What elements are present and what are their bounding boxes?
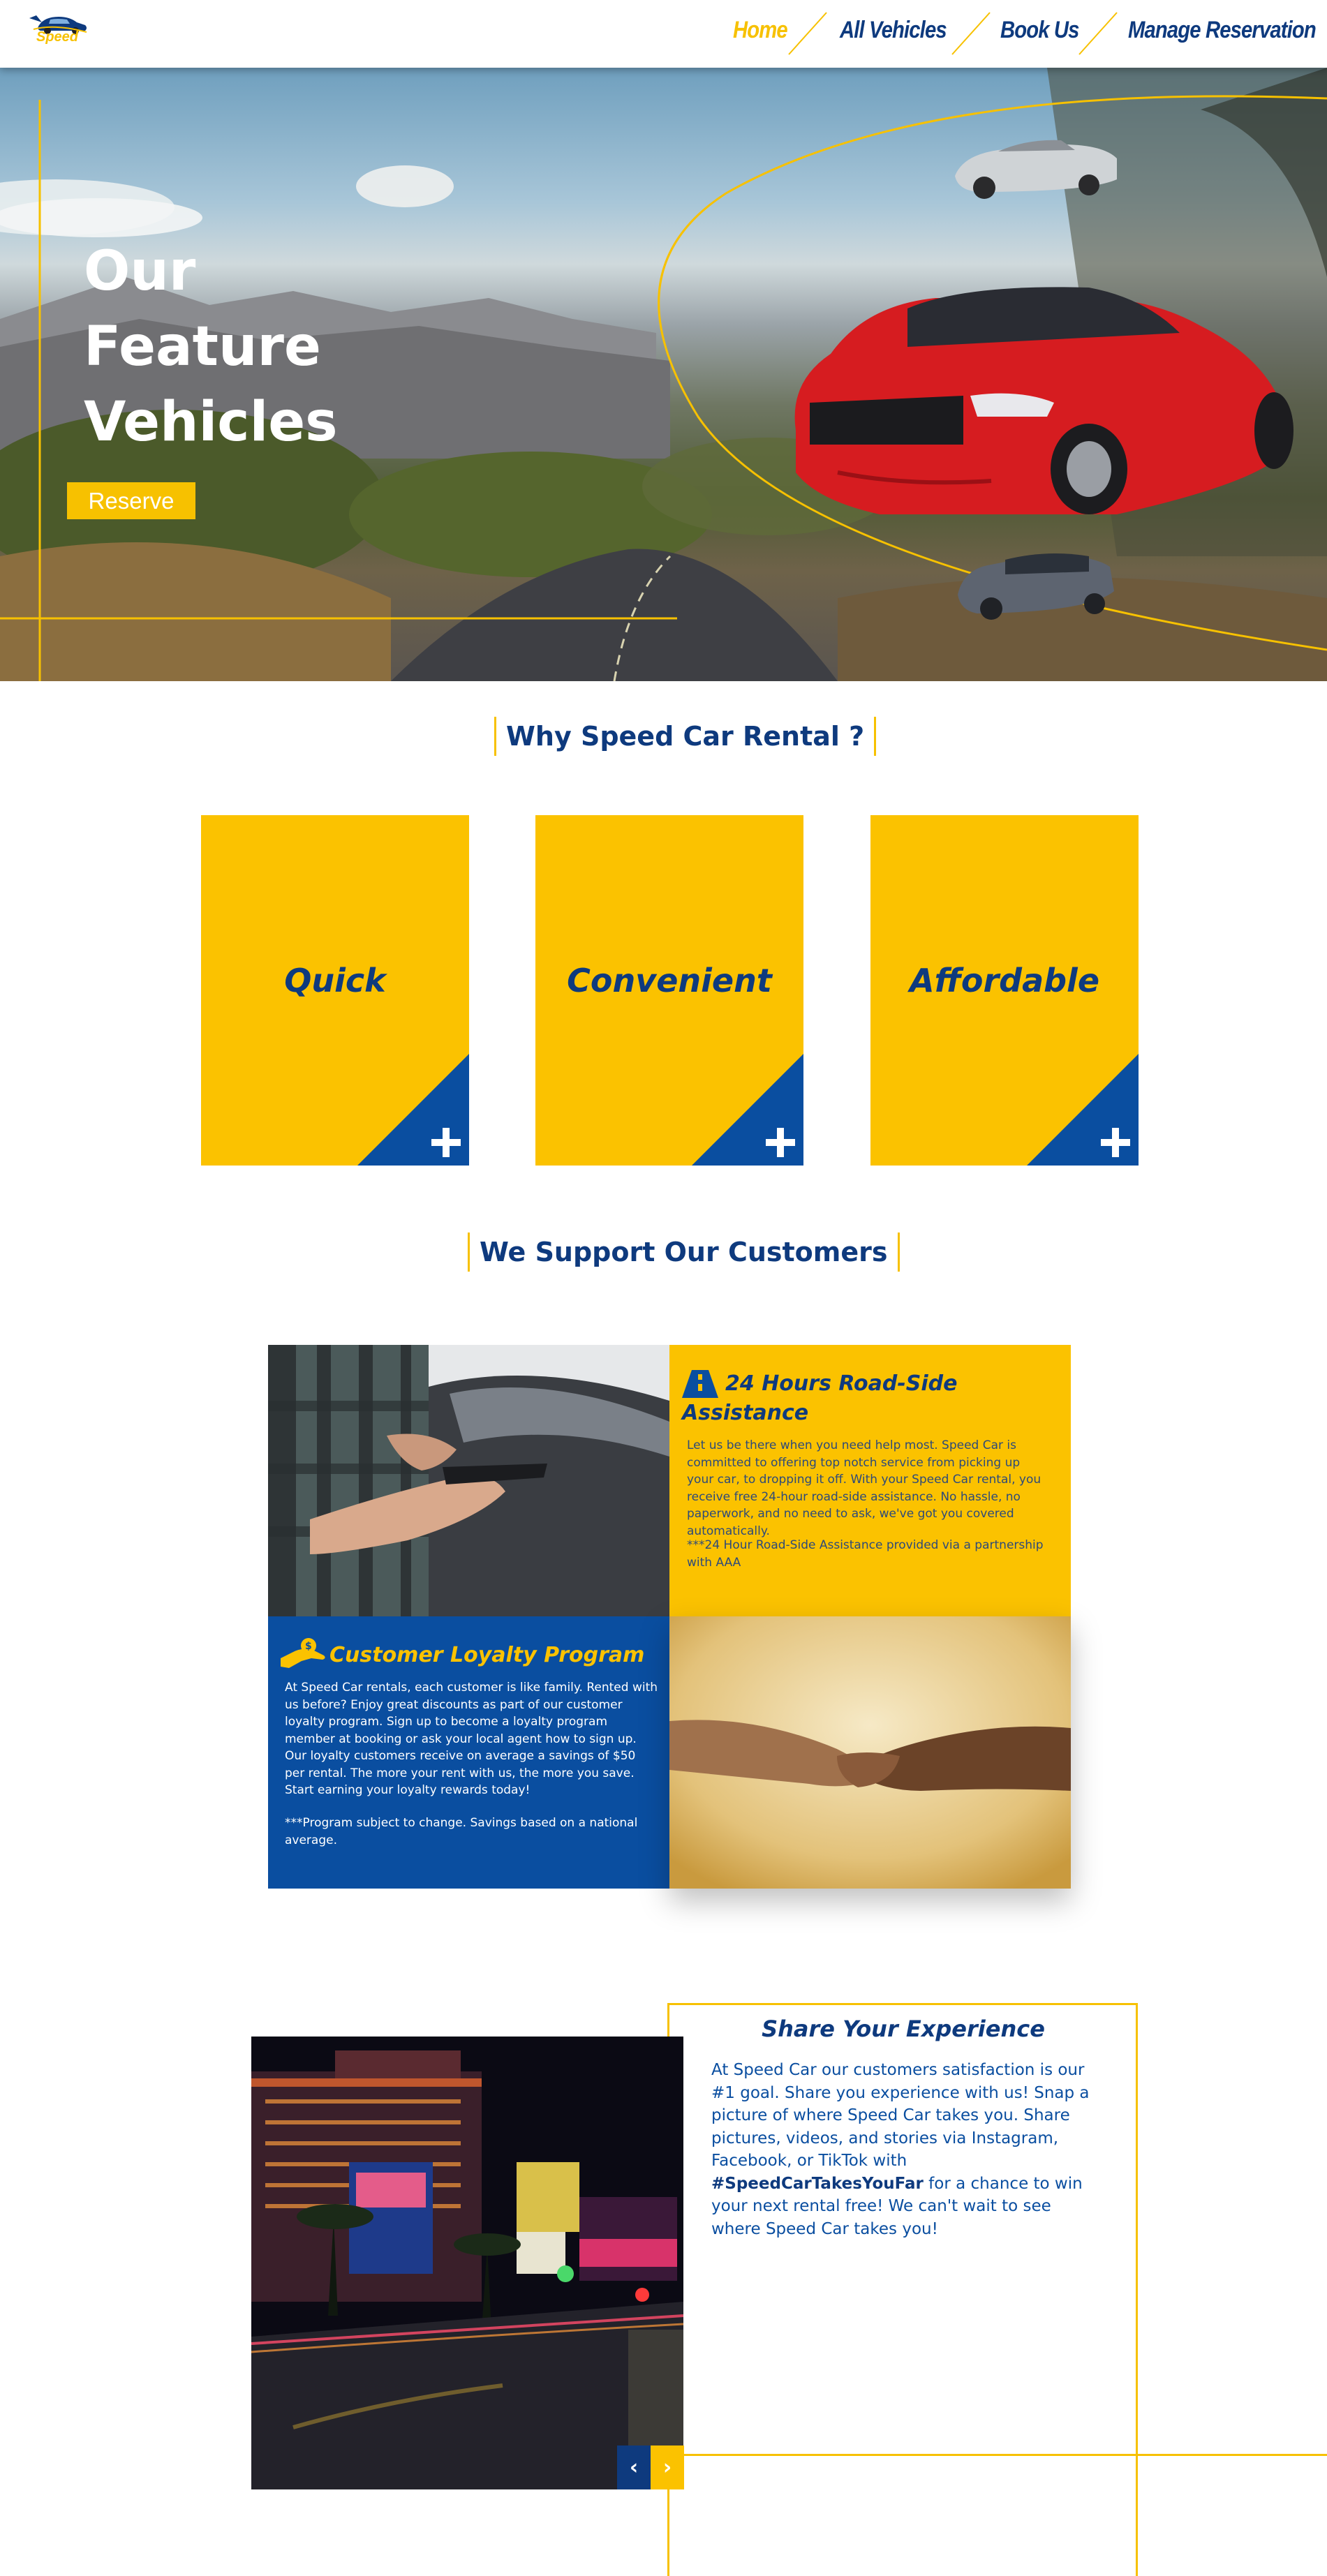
- speed-logo[interactable]: Speed: [27, 8, 89, 47]
- hero-title-line: Our: [84, 240, 196, 303]
- chevron-left-icon: ‹: [629, 2455, 639, 2480]
- support-heading: We Support Our Customers: [468, 1233, 900, 1272]
- hero-title-line: Feature: [84, 315, 321, 378]
- share-title: Share Your Experience: [762, 2016, 1045, 2042]
- logo-text: Speed: [36, 29, 79, 45]
- hero-banner: Our Feature Vehicles Reserve: [0, 68, 1327, 681]
- hero-title: Our Feature Vehicles: [84, 234, 363, 460]
- share-carousel-image: [251, 2037, 683, 2489]
- roadside-assistance-tile: 24 Hours Road-Side Assistance Let us be …: [669, 1345, 1071, 1617]
- reserve-button[interactable]: Reserve: [67, 482, 195, 519]
- carousel-next-button[interactable]: ›: [651, 2445, 684, 2489]
- silver-car-image: [955, 140, 1117, 199]
- plus-icon[interactable]: [1098, 1125, 1133, 1160]
- why-card-convenient[interactable]: Convenient: [535, 815, 803, 1166]
- svg-text:$: $: [305, 1641, 312, 1652]
- nav-home-link[interactable]: Home: [733, 17, 788, 44]
- nav-book-us-link[interactable]: Book Us: [1000, 17, 1079, 44]
- nav-manage-reservation-link[interactable]: Manage Reservation: [1128, 17, 1317, 44]
- roadside-note: ***24 Hour Road-Side Assistance provided…: [687, 1538, 1044, 1570]
- share-body: At Speed Car our customers satisfaction …: [711, 2059, 1102, 2240]
- nav-divider: [1078, 12, 1118, 55]
- handshake-photo: [669, 1616, 1071, 1889]
- nav-divider: [951, 12, 991, 55]
- why-card-affordable[interactable]: Affordable: [870, 815, 1139, 1166]
- top-navigation: Speed Home All Vehicles Book Us Manage R…: [0, 0, 1327, 68]
- nav-all-vehicles-link[interactable]: All Vehicles: [840, 17, 947, 44]
- hero-title-line: Vehicles: [84, 391, 338, 454]
- plus-icon[interactable]: [429, 1125, 464, 1160]
- why-card-quick[interactable]: Quick: [201, 815, 469, 1166]
- phone-photo: [268, 1345, 669, 1617]
- chevron-right-icon: ›: [662, 2455, 672, 2480]
- card-label: Convenient: [567, 962, 772, 999]
- nav-divider: [788, 12, 827, 55]
- share-body-text: At Speed Car our customers satisfaction …: [711, 2061, 1090, 2170]
- loyalty-note: ***Program subject to change. Savings ba…: [285, 1816, 638, 1847]
- carousel-prev-button[interactable]: ‹: [617, 2445, 651, 2489]
- why-heading: Why Speed Car Rental ?: [494, 717, 877, 756]
- roadside-body: Let us be there when you need help most.…: [687, 1438, 1041, 1538]
- loyalty-body: At Speed Car rentals, each customer is l…: [285, 1681, 658, 1797]
- vegas-night-photo: [251, 2037, 683, 2489]
- loyalty-program-tile: $ Customer Loyalty Program At Speed Car …: [268, 1616, 669, 1889]
- plus-icon[interactable]: [763, 1125, 798, 1160]
- road-icon: [682, 1370, 718, 1398]
- roadside-title-line1: 24 Hours Road-Side: [725, 1371, 958, 1396]
- share-accent-line: [669, 2454, 1327, 2456]
- roadside-title-line2: Assistance: [682, 1401, 809, 1425]
- card-label: Quick: [284, 962, 386, 999]
- phone-roadside-image: [268, 1345, 669, 1617]
- handshake-image: [669, 1616, 1071, 1889]
- share-hashtag: #SpeedCarTakesYouFar: [711, 2174, 924, 2193]
- card-label: Affordable: [909, 962, 1100, 999]
- loyalty-title: Customer Loyalty Program: [329, 1643, 645, 1667]
- hand-holding-dollar-icon: $: [281, 1638, 325, 1668]
- grey-car-image: [958, 553, 1114, 620]
